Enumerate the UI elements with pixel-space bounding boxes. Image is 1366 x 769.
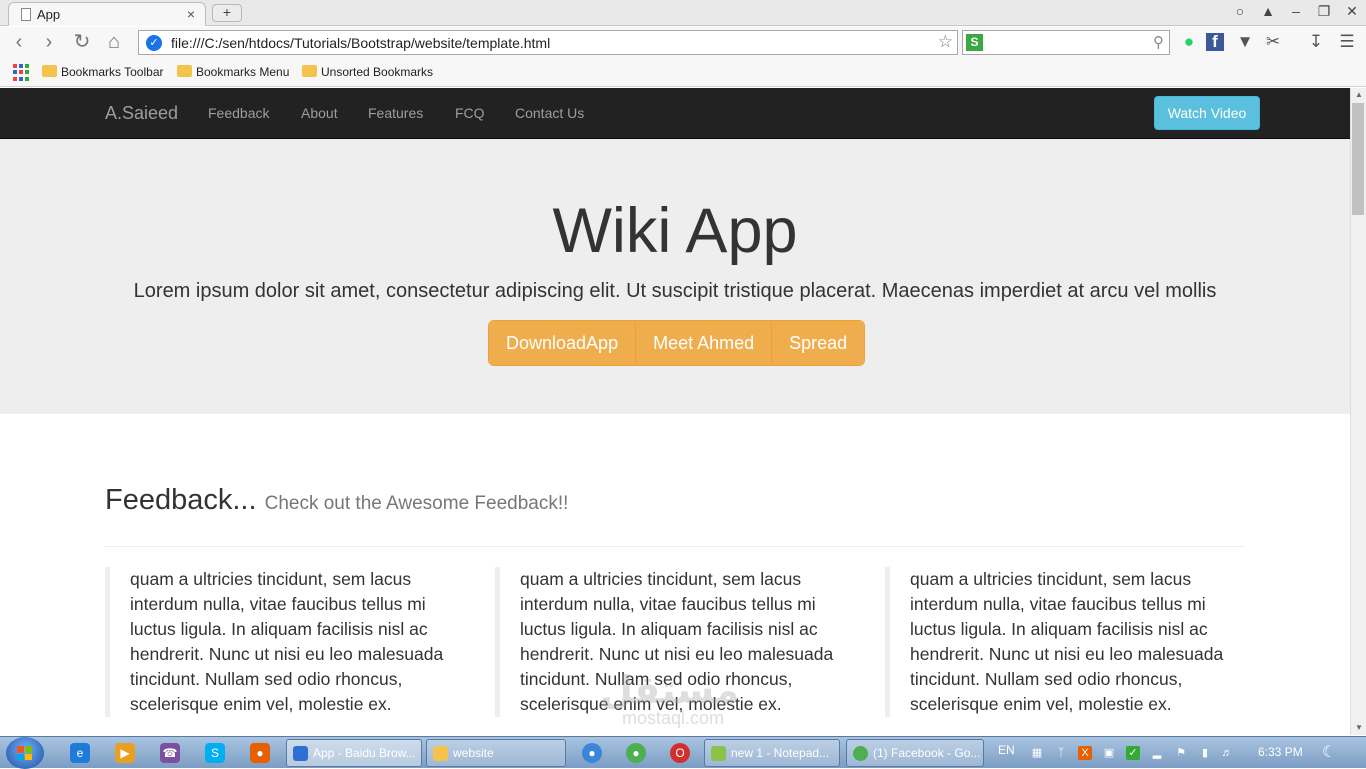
checkmark-icon[interactable]: ✓ bbox=[1126, 746, 1140, 760]
facebook-icon[interactable]: f bbox=[1206, 33, 1224, 51]
nav-link-fcq[interactable]: FCQ bbox=[455, 105, 485, 121]
hero-button-group: DownloadApp Meet Ahmed Spread bbox=[488, 320, 866, 366]
watermark-logo: مستقل bbox=[600, 670, 739, 712]
firefox-icon[interactable]: ● bbox=[250, 743, 270, 763]
browser-tab[interactable]: App × bbox=[8, 2, 206, 26]
bookmark-star-icon[interactable]: ☆ bbox=[938, 32, 953, 52]
xampp-icon[interactable]: X bbox=[1078, 746, 1092, 760]
shirt-icon[interactable]: ▲ bbox=[1256, 3, 1280, 19]
download-helper-icon[interactable]: ▼ bbox=[1234, 31, 1256, 53]
chat-icon[interactable]: ○ bbox=[1228, 3, 1252, 19]
tab-title: App bbox=[37, 7, 61, 22]
internet-explorer-icon[interactable]: e bbox=[70, 743, 90, 763]
download-app-button[interactable]: DownloadApp bbox=[489, 321, 637, 365]
watermark-text: mostaql.com bbox=[622, 708, 725, 728]
chrome-icon bbox=[853, 746, 868, 761]
bookmark-item[interactable]: Unsorted Bookmarks bbox=[302, 65, 433, 79]
baidu-browser-icon bbox=[293, 746, 308, 761]
media-player-icon[interactable]: ▶ bbox=[115, 743, 135, 763]
search-box[interactable]: S ⚲ bbox=[962, 30, 1170, 55]
watch-video-button[interactable]: Watch Video bbox=[1154, 96, 1260, 130]
forward-icon[interactable]: › bbox=[37, 31, 61, 55]
flag-icon[interactable]: ⚑ bbox=[1174, 746, 1188, 760]
clock[interactable]: 6:33 PM bbox=[1258, 745, 1303, 759]
chrome-icon[interactable]: ● bbox=[626, 743, 646, 763]
nav-link-features[interactable]: Features bbox=[368, 105, 423, 121]
taskbar-window[interactable]: new 1 - Notepad... bbox=[704, 739, 840, 767]
monitor-icon[interactable]: ▣ bbox=[1102, 746, 1116, 760]
browser-toolbar: ‹ › ↻ ⌂ ✓ file:///C:/sen/htdocs/Tutorial… bbox=[0, 27, 1366, 59]
whatsapp-icon[interactable]: ● bbox=[1178, 31, 1200, 53]
scissors-icon[interactable]: ✂ bbox=[1262, 31, 1284, 53]
page-scrollbar[interactable]: ▲ ▼ bbox=[1350, 88, 1366, 735]
site-brand[interactable]: A.Saieed bbox=[105, 103, 178, 124]
apps-icon[interactable] bbox=[13, 64, 30, 81]
taskbar-window[interactable]: (1) Facebook - Go... bbox=[846, 739, 984, 767]
restore-icon[interactable]: ❐ bbox=[1312, 3, 1336, 20]
feedback-subheading: Check out the Awesome Feedback!! bbox=[264, 493, 569, 514]
folder-icon bbox=[302, 65, 317, 77]
taskbar-window[interactable]: App - Baidu Brow... bbox=[286, 739, 422, 767]
skype-icon[interactable]: S bbox=[205, 743, 225, 763]
page-icon bbox=[21, 8, 31, 21]
notepad-icon bbox=[711, 746, 726, 761]
verified-icon: ✓ bbox=[146, 35, 162, 51]
scroll-down-icon[interactable]: ▼ bbox=[1351, 721, 1366, 735]
taskbar-window[interactable]: website bbox=[426, 739, 566, 767]
feedback-heading: Feedback... Check out the Awesome Feedba… bbox=[105, 484, 569, 516]
tab-strip: App × + ○ ▲ – ❐ ✕ bbox=[0, 0, 1366, 26]
folder-icon bbox=[433, 746, 448, 761]
feedback-quote: quam a ultricies tincidunt, sem lacus in… bbox=[105, 567, 460, 717]
folder-icon bbox=[177, 65, 192, 77]
url-text[interactable]: file:///C:/sen/htdocs/Tutorials/Bootstra… bbox=[171, 35, 550, 51]
browser-icon[interactable]: ● bbox=[582, 743, 602, 763]
windows-logo-icon bbox=[17, 746, 33, 760]
close-tab-icon[interactable]: × bbox=[187, 6, 195, 22]
hero-title: Wiki App bbox=[552, 196, 798, 266]
site-navbar: A.Saieed Feedback About Features FCQ Con… bbox=[0, 88, 1350, 139]
windows-icon[interactable]: ▦ bbox=[1030, 746, 1044, 760]
start-button[interactable] bbox=[6, 737, 44, 769]
bluetooth-icon[interactable]: ᛉ bbox=[1054, 746, 1068, 760]
bookmarks-bar: Bookmarks Toolbar Bookmarks Menu Unsorte… bbox=[0, 59, 1366, 87]
nav-link-about[interactable]: About bbox=[301, 105, 338, 121]
scrollbar-thumb[interactable] bbox=[1352, 103, 1364, 215]
volume-icon[interactable]: ♬ bbox=[1220, 746, 1234, 760]
opera-icon[interactable]: O bbox=[670, 743, 690, 763]
hero-section: Wiki App Lorem ipsum dolor sit amet, con… bbox=[0, 139, 1350, 414]
scroll-up-icon[interactable]: ▲ bbox=[1351, 88, 1366, 102]
new-tab-button[interactable]: + bbox=[212, 4, 242, 22]
minimize-icon[interactable]: – bbox=[1284, 3, 1308, 19]
bookmark-item[interactable]: Bookmarks Menu bbox=[177, 65, 289, 79]
home-icon[interactable]: ⌂ bbox=[102, 31, 126, 55]
taskbar: e ▶ ☎ S ● App - Baidu Brow... website ● … bbox=[0, 736, 1366, 769]
bookmark-item[interactable]: Bookmarks Toolbar bbox=[42, 65, 164, 79]
menu-icon[interactable]: ☰ bbox=[1336, 31, 1358, 53]
hero-lead: Lorem ipsum dolor sit amet, consectetur … bbox=[133, 280, 1217, 302]
battery-icon[interactable]: ▮ bbox=[1198, 746, 1212, 760]
feedback-quote: quam a ultricies tincidunt, sem lacus in… bbox=[885, 567, 1240, 717]
language-indicator[interactable]: EN bbox=[998, 743, 1015, 757]
moon-icon[interactable]: ☾ bbox=[1322, 745, 1336, 761]
close-window-icon[interactable]: ✕ bbox=[1340, 3, 1364, 20]
signal-icon[interactable]: ▂ bbox=[1150, 746, 1164, 760]
divider bbox=[105, 546, 1245, 547]
meet-ahmed-button[interactable]: Meet Ahmed bbox=[636, 321, 773, 365]
folder-icon bbox=[42, 65, 57, 77]
address-bar[interactable]: ✓ file:///C:/sen/htdocs/Tutorials/Bootst… bbox=[138, 30, 958, 55]
search-engine-icon[interactable]: S bbox=[966, 34, 983, 51]
nav-link-feedback[interactable]: Feedback bbox=[208, 105, 269, 121]
back-icon[interactable]: ‹ bbox=[7, 31, 31, 55]
download-icon[interactable]: ↧ bbox=[1305, 31, 1327, 53]
search-icon[interactable]: ⚲ bbox=[1153, 33, 1164, 51]
page-viewport: A.Saieed Feedback About Features FCQ Con… bbox=[0, 88, 1350, 735]
viber-icon[interactable]: ☎ bbox=[160, 743, 180, 763]
reload-icon[interactable]: ↻ bbox=[70, 31, 94, 55]
nav-link-contact[interactable]: Contact Us bbox=[515, 105, 584, 121]
spread-button[interactable]: Spread bbox=[772, 321, 865, 365]
